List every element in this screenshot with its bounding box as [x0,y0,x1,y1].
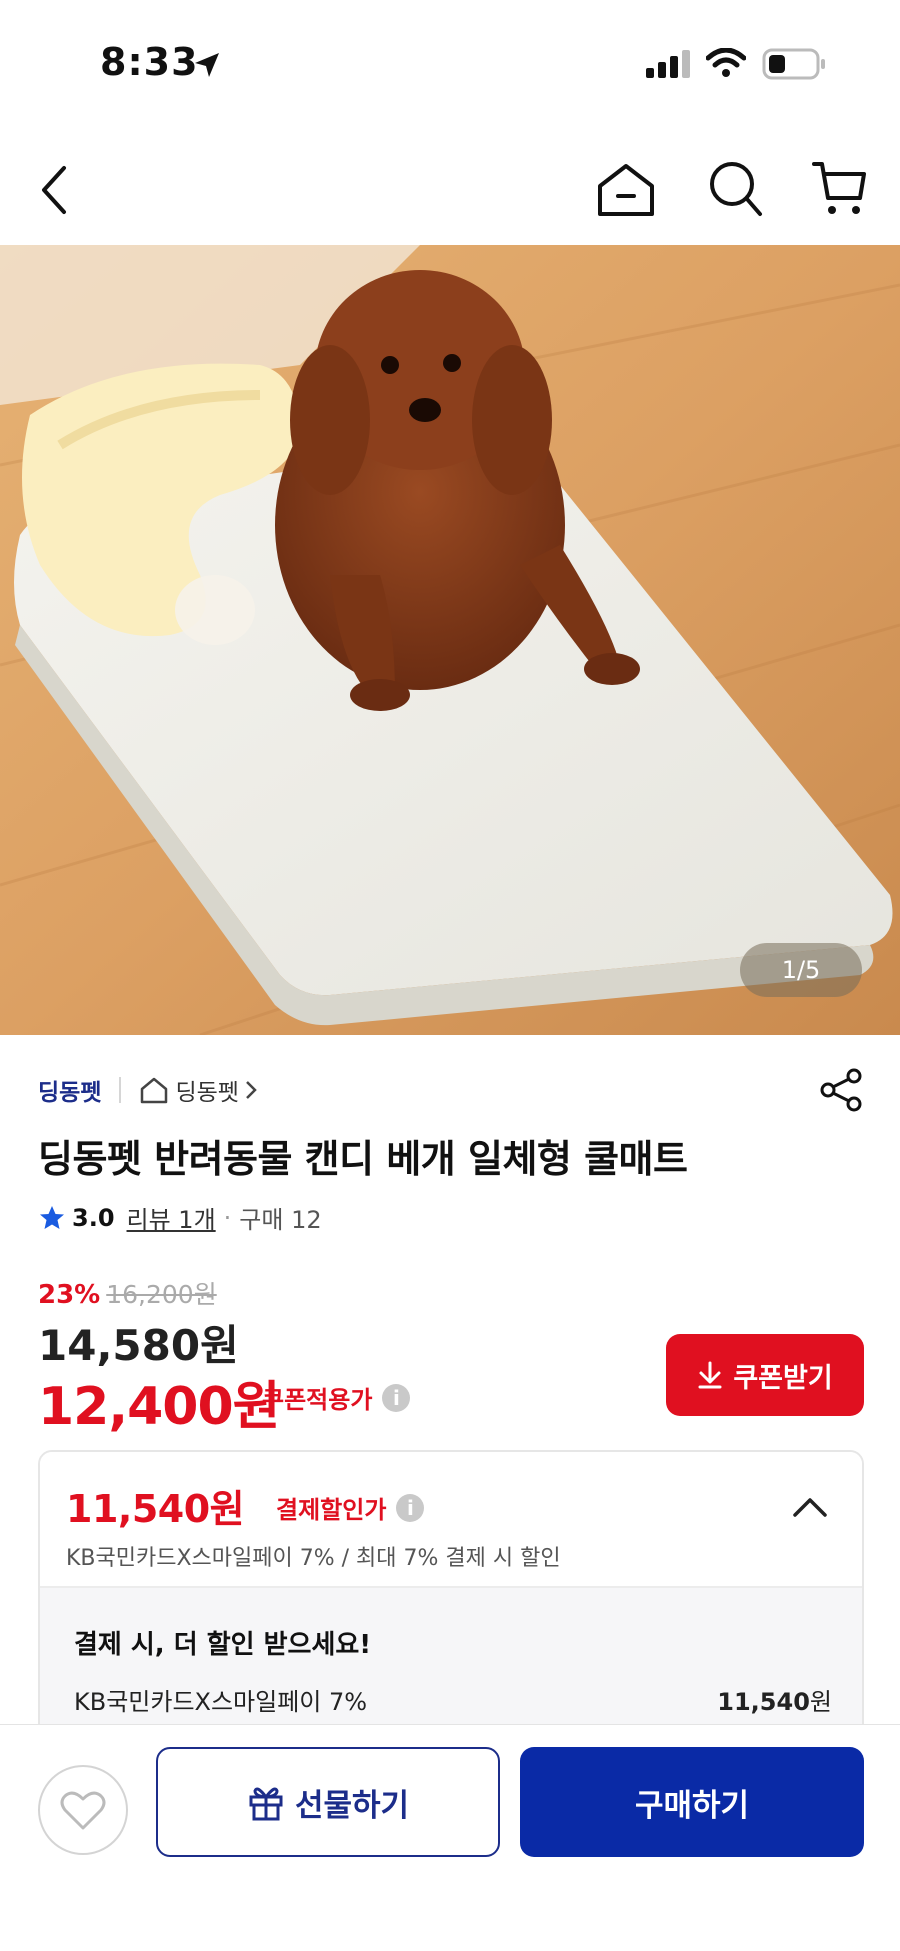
product-photo [0,245,900,1035]
product-title: 딩동펫 반려동물 캔디 베개 일체형 쿨매트 [38,1137,688,1181]
payment-label-text: 결제할인가 [276,1496,387,1524]
star-icon [40,1205,64,1229]
seller-row: 딩동펫 딩동펫 [38,1070,259,1110]
coupon-price-label: 쿠폰적용가 i [262,1380,411,1415]
search-icon[interactable] [708,160,764,218]
original-price: 16,200원 [106,1280,217,1309]
rating-value: 3.0 [72,1203,115,1232]
info-icon[interactable]: i [396,1493,425,1522]
discount-percent: 23% [38,1280,101,1310]
cellular-signal-icon [646,50,690,78]
status-time: 8:33 [100,40,199,84]
coupon-price: 12,400원 [38,1377,281,1437]
home-icon[interactable] [596,162,656,218]
chevron-up-icon[interactable] [792,1496,828,1518]
download-icon [698,1361,722,1389]
rating-row: 3.0 리뷰 1개 · 구매 12 [38,1200,322,1235]
card-amount-unit: 원 [809,1688,832,1716]
payment-discount-description: KB국민카드X스마일페이 7% / 최대 7% 결제 시 할인 [66,1546,561,1571]
wifi-icon [706,48,746,77]
info-icon[interactable]: i [382,1383,411,1412]
coupon-label-text: 쿠폰적용가 [262,1386,373,1414]
product-image[interactable]: 1/5 [0,245,900,1035]
store-home-icon [141,1077,168,1104]
gift-icon [249,1787,283,1821]
card-amount-value: 11,540 [717,1688,810,1716]
discount-row: 23% 16,200원 [38,1275,217,1311]
status-bar: 8:33 [0,0,900,130]
payment-discount-panel: 11,540원 결제할인가 i KB국민카드X스마일페이 7% / 최대 7% … [38,1450,864,1740]
wishlist-button[interactable] [38,1765,128,1855]
top-nav [0,140,900,245]
share-icon[interactable] [820,1068,864,1112]
buy-label: 구매하기 [634,1787,750,1823]
card-name: KB국민카드X스마일페이 7% [74,1688,368,1716]
payment-headline: 결제 시, 더 할인 받으세요! [74,1630,372,1660]
heart-icon [60,1791,106,1830]
get-coupon-label: 쿠폰받기 [733,1362,833,1393]
payment-discount-price: 11,540원 [66,1487,245,1531]
purchase-count: 구매 12 [239,1206,322,1234]
divider [119,1077,122,1103]
review-link[interactable]: 리뷰 1개 [127,1200,216,1235]
store-link-label: 딩동펫 [175,1080,239,1106]
payment-discount-header[interactable]: 11,540원 결제할인가 i KB국민카드X스마일페이 7% / 최대 7% … [40,1452,862,1588]
store-link[interactable]: 딩동펫 [139,1073,258,1107]
card-discount-row: KB국민카드X스마일페이 7% 11,540원 [74,1682,832,1717]
image-page-indicator: 1/5 [740,943,862,997]
battery-icon [762,48,825,80]
chevron-right-icon [246,1081,257,1099]
card-amount: 11,540원 [717,1682,832,1717]
cart-icon[interactable] [812,160,868,218]
bottom-action-bar: 선물하기 구매하기 [0,1724,900,1951]
separator-dot: · [223,1203,232,1232]
gift-button[interactable]: 선물하기 [156,1747,500,1857]
payment-discount-label: 결제할인가 i [276,1490,425,1525]
buy-button[interactable]: 구매하기 [520,1747,864,1857]
gift-label: 선물하기 [294,1787,410,1823]
payment-discount-details: 결제 시, 더 할인 받으세요! KB국민카드X스마일페이 7% 11,540원 [40,1588,862,1738]
back-icon[interactable] [36,164,72,216]
get-coupon-button[interactable]: 쿠폰받기 [666,1334,864,1416]
seller-name[interactable]: 딩동펫 [38,1073,101,1107]
location-arrow-icon [195,53,219,77]
